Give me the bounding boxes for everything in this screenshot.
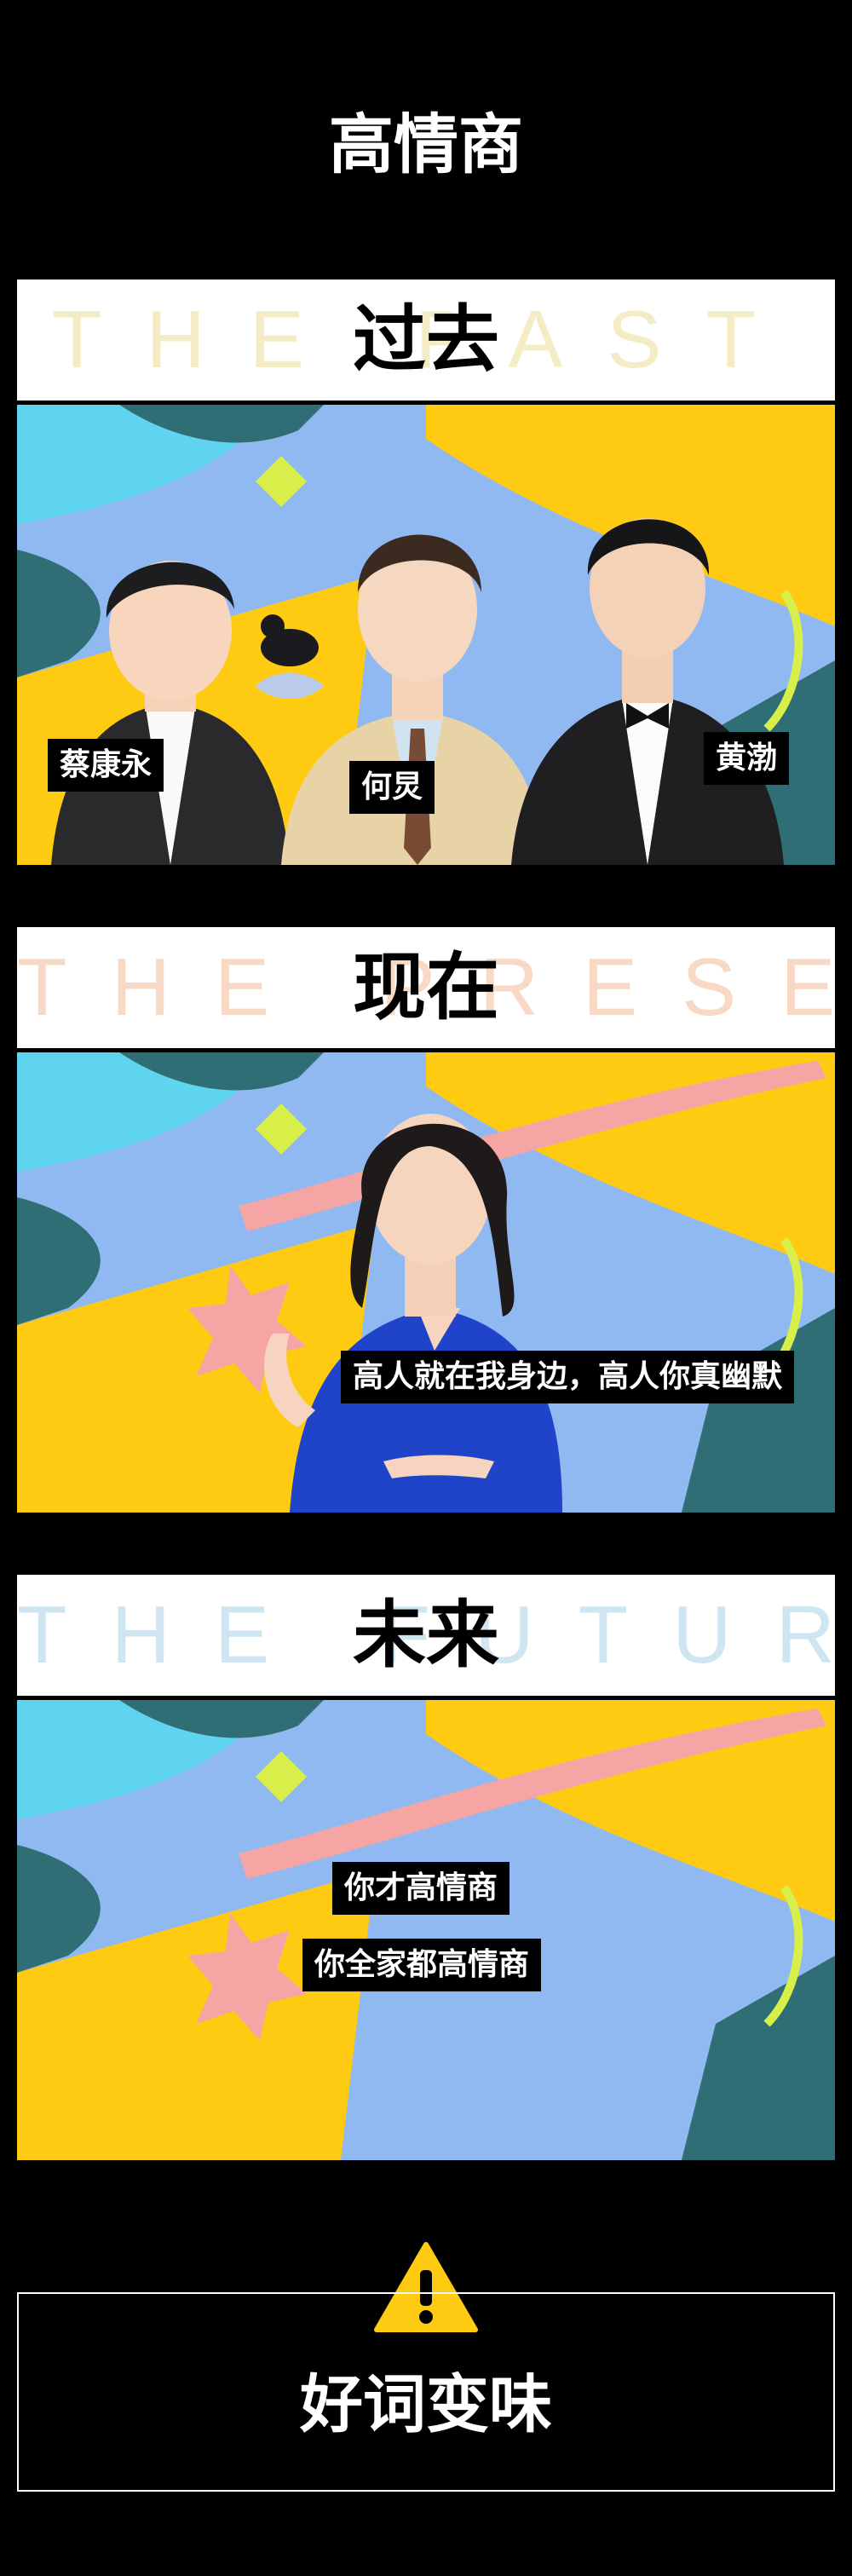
section-present-banner: THE PRESENT 现在 (17, 927, 835, 1048)
illustration-future: 你才高情商 你全家都高情商 (17, 1700, 835, 2160)
caption-label: 高人就在我身边，高人你真幽默 (341, 1351, 795, 1403)
warning-text: 好词变味 (300, 2368, 552, 2441)
section-title-past: 过去 (353, 297, 499, 383)
section-future-banner: THE FUTURE 未来 (17, 1575, 835, 1696)
illustration-past: 蔡康永 何炅 黄渤 (17, 405, 835, 865)
page-title: 高情商 (329, 107, 523, 182)
caption-label: 你才高情商 (332, 1862, 510, 1915)
section-title-present: 现在 (353, 945, 499, 1030)
caption-label: 你全家都高情商 (302, 1939, 542, 1991)
caption-label: 黄渤 (704, 732, 790, 785)
illustration-present: 高人就在我身边，高人你真幽默 (17, 1052, 835, 1513)
caption-label: 何炅 (349, 761, 435, 814)
warning-box: 好词变味 (17, 2292, 835, 2492)
section-past-banner: THE PAST 过去 (17, 279, 835, 401)
caption-label: 蔡康永 (48, 739, 164, 792)
section-title-future: 未来 (353, 1593, 499, 1678)
